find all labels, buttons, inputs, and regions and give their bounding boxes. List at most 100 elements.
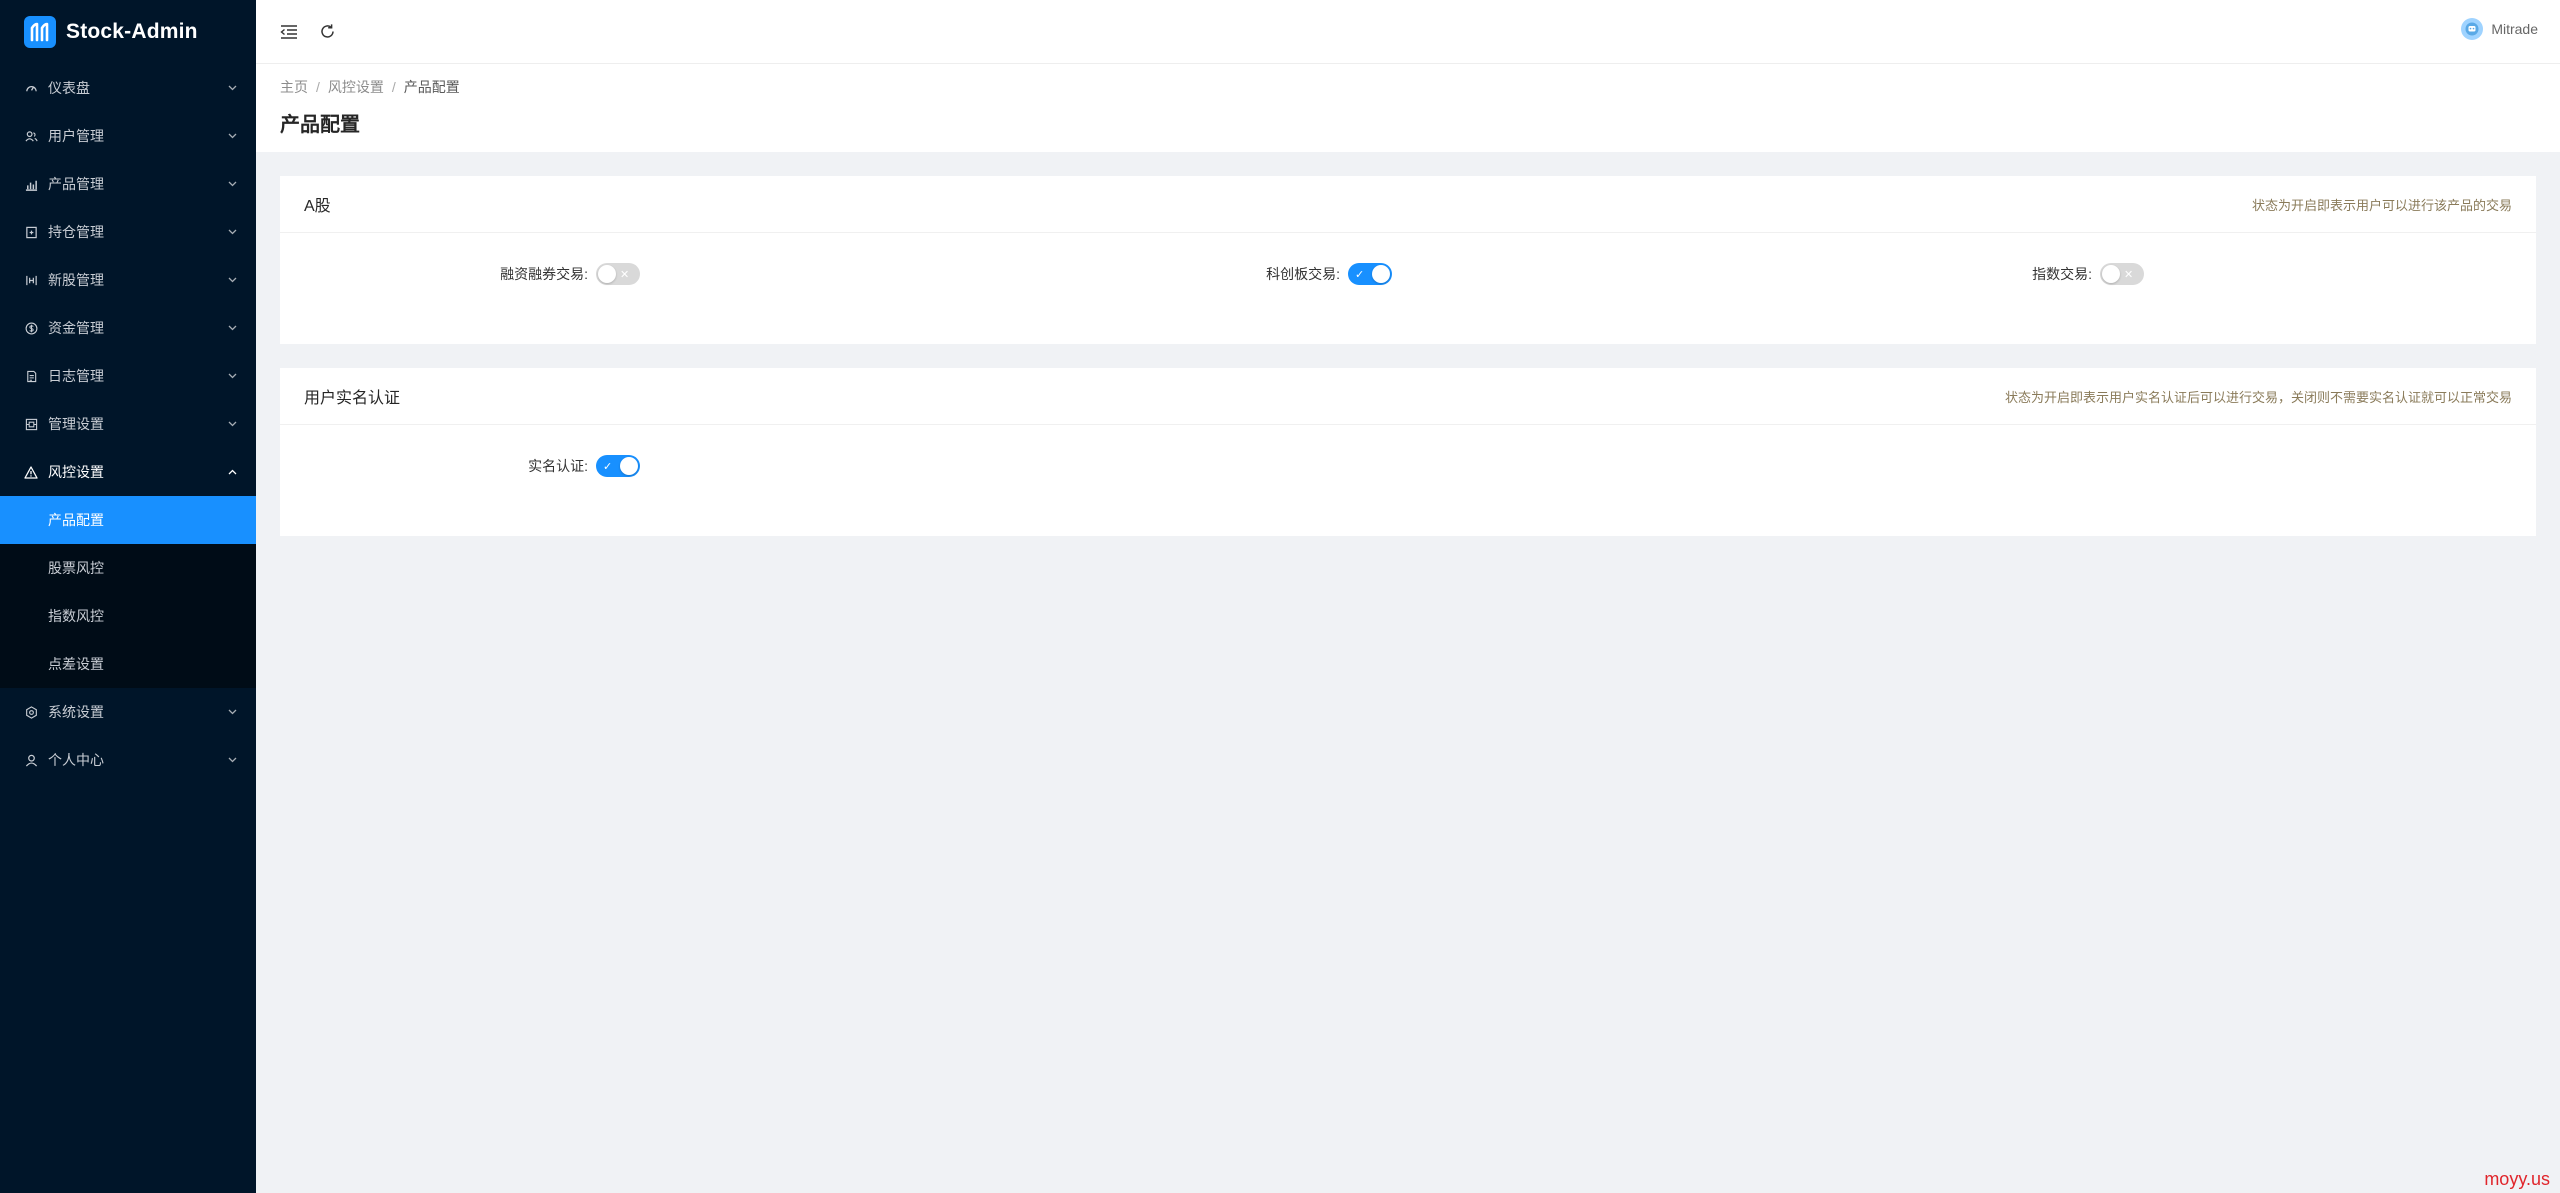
card-header: 用户实名认证 状态为开启即表示用户实名认证后可以进行交易，关闭则不需要实名认证就… xyxy=(280,368,2536,425)
chevron-down-icon xyxy=(226,370,238,382)
avatar-icon xyxy=(2465,22,2479,36)
field-label: 实名认证: xyxy=(528,458,588,474)
bar-chart-icon xyxy=(24,177,38,191)
switch-off-mark: ✕ xyxy=(2124,268,2134,281)
sidebar-item-spread-settings[interactable]: 点差设置 xyxy=(0,640,256,688)
margin-trading-field: 融资融券交易: ✕ xyxy=(500,263,640,285)
app-title: Stock-Admin xyxy=(66,20,198,43)
switch-knob xyxy=(620,457,638,475)
real-name-switch[interactable]: ✓ xyxy=(596,455,640,477)
field-label: 指数交易: xyxy=(2032,266,2092,282)
sidebar-item-label: 新股管理 xyxy=(48,272,104,288)
real-name-field: 实名认证: ✓ xyxy=(528,455,640,477)
sidebar-item-label: 个人中心 xyxy=(48,752,104,768)
watermark: moyy.us xyxy=(2484,1169,2550,1189)
sidebar-item-ipo[interactable]: 新股管理 xyxy=(0,256,256,304)
breadcrumb-separator: / xyxy=(316,79,320,95)
holdings-icon xyxy=(24,225,38,239)
chevron-up-icon xyxy=(226,466,238,478)
dashboard-icon xyxy=(24,81,38,95)
sidebar-item-profile[interactable]: 个人中心 xyxy=(0,736,256,784)
switch-off-mark: ✕ xyxy=(620,268,630,281)
log-icon xyxy=(24,369,38,383)
reload-icon xyxy=(320,24,334,38)
user-menu[interactable]: Mitrade xyxy=(2461,18,2538,40)
gear-icon xyxy=(24,705,38,719)
sidebar-item-system-settings[interactable]: 系统设置 xyxy=(0,688,256,736)
risk-submenu: 产品配置 股票风控 指数风控 点差设置 xyxy=(0,496,256,688)
chevron-down-icon xyxy=(226,274,238,286)
ipo-icon xyxy=(24,273,38,287)
breadcrumb-section[interactable]: 风控设置 xyxy=(328,77,384,97)
real-name-auth-card: 用户实名认证 状态为开启即表示用户实名认证后可以进行交易，关闭则不需要实名认证就… xyxy=(280,368,2536,536)
card-body: 实名认证: ✓ xyxy=(280,425,2536,535)
chevron-down-icon xyxy=(226,322,238,334)
switch-on-mark: ✓ xyxy=(1355,268,1365,281)
chevron-down-icon xyxy=(226,226,238,238)
username: Mitrade xyxy=(2491,21,2538,37)
sidebar-item-label: 管理设置 xyxy=(48,416,104,432)
card-body: 融资融券交易: ✕ 科创板交易: ✓ 指数交易: ✕ xyxy=(280,233,2536,343)
chevron-down-icon xyxy=(226,706,238,718)
index-trading-switch[interactable]: ✕ xyxy=(2100,263,2144,285)
card-title: 用户实名认证 xyxy=(304,390,401,407)
card-title: A股 xyxy=(304,198,331,215)
sidebar-item-logs[interactable]: 日志管理 xyxy=(0,352,256,400)
sidebar-item-label: 仪表盘 xyxy=(48,80,90,96)
chevron-down-icon xyxy=(226,82,238,94)
margin-trading-switch[interactable]: ✕ xyxy=(596,263,640,285)
index-trading-field: 指数交易: ✕ xyxy=(2032,263,2144,285)
chevron-down-icon xyxy=(226,754,238,766)
sidebar-item-label: 持仓管理 xyxy=(48,224,104,240)
user-icon xyxy=(24,753,38,767)
menu-fold-icon xyxy=(280,24,297,39)
field-label: 科创板交易: xyxy=(1266,266,1340,282)
warning-icon xyxy=(24,465,38,479)
breadcrumb-separator: / xyxy=(391,79,396,95)
sidebar-item-label: 日志管理 xyxy=(48,368,104,384)
sidebar-item-admin-settings[interactable]: 管理设置 xyxy=(0,400,256,448)
sidebar-item-product-config[interactable]: 产品配置 xyxy=(0,496,256,544)
star-market-field: 科创板交易: ✓ xyxy=(1266,263,1392,285)
breadcrumb-home[interactable]: 主页 xyxy=(280,77,308,97)
switch-knob xyxy=(598,265,616,283)
chevron-down-icon xyxy=(226,178,238,190)
star-market-switch[interactable]: ✓ xyxy=(1348,263,1392,285)
chevron-down-icon xyxy=(226,418,238,430)
logo-icon xyxy=(24,16,56,48)
admin-settings-icon xyxy=(24,417,38,431)
logo[interactable]: Stock-Admin xyxy=(0,0,256,64)
switch-knob xyxy=(1372,265,1390,283)
sidebar-item-label: 用户管理 xyxy=(48,128,104,144)
menu-fold-button[interactable] xyxy=(278,21,300,43)
reload-button[interactable] xyxy=(316,21,338,43)
breadcrumb: 主页 / 风控设置 / 产品配置 xyxy=(280,76,2536,98)
avatar xyxy=(2461,18,2484,40)
chevron-down-icon xyxy=(226,130,238,142)
sidebar-item-holdings[interactable]: 持仓管理 xyxy=(0,208,256,256)
sidebar-item-users[interactable]: 用户管理 xyxy=(0,112,256,160)
sidebar-item-funds[interactable]: 资金管理 xyxy=(0,304,256,352)
switch-knob xyxy=(2102,265,2120,283)
sidebar-menu: 仪表盘 用户管理 产品管理 持仓管理 新股管理 资金管理 日志管理 管理设置 风… xyxy=(0,64,256,784)
sidebar-item-products[interactable]: 产品管理 xyxy=(0,160,256,208)
money-icon xyxy=(24,321,38,335)
page-header: 主页 / 风控设置 / 产品配置 产品配置 xyxy=(256,64,2560,152)
field-label: 融资融券交易: xyxy=(500,266,588,282)
sidebar-item-index-risk[interactable]: 指数风控 xyxy=(0,592,256,640)
sidebar-item-dashboard[interactable]: 仪表盘 xyxy=(0,64,256,112)
sidebar-item-stock-risk[interactable]: 股票风控 xyxy=(0,544,256,592)
sidebar-item-label: 系统设置 xyxy=(48,704,104,720)
a-share-card: A股 状态为开启即表示用户可以进行该产品的交易 融资融券交易: ✕ 科创板交易:… xyxy=(280,176,2536,344)
card-hint: 状态为开启即表示用户实名认证后可以进行交易，关闭则不需要实名认证就可以正常交易 xyxy=(2004,389,2512,405)
breadcrumb-current: 产品配置 xyxy=(403,79,460,95)
sidebar-item-label: 资金管理 xyxy=(48,320,104,336)
card-header: A股 状态为开启即表示用户可以进行该产品的交易 xyxy=(280,176,2536,233)
top-header: Mitrade xyxy=(256,0,2560,64)
switch-on-mark: ✓ xyxy=(603,460,613,473)
sidebar-item-label: 风控设置 xyxy=(48,464,104,480)
page-title: 产品配置 xyxy=(280,114,360,136)
sidebar: Stock-Admin 仪表盘 用户管理 产品管理 持仓管理 新股管理 资金管理… xyxy=(0,0,256,1193)
sidebar-item-risk-settings[interactable]: 风控设置 xyxy=(0,448,256,496)
users-icon xyxy=(24,129,38,143)
